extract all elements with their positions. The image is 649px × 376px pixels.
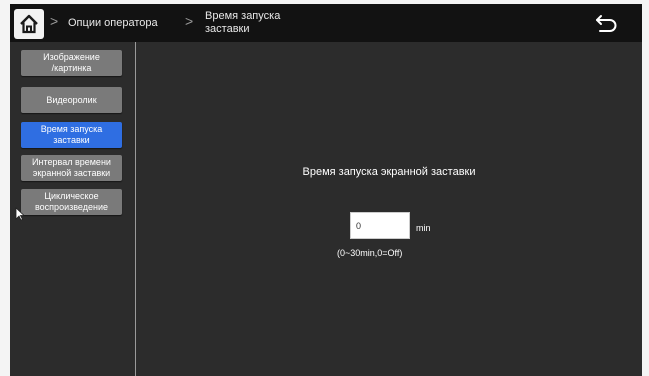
breadcrumb-current-line2: заставки bbox=[205, 23, 250, 35]
sidebar-item-screensaver-start-time[interactable]: Время запуска заставки bbox=[21, 122, 122, 148]
sidebar-item-label-line1: Циклическое bbox=[44, 191, 99, 201]
chevron-right-icon: > bbox=[185, 13, 194, 29]
top-bar: > Опции оператора > Время запуска застав… bbox=[10, 4, 642, 42]
home-button[interactable] bbox=[14, 9, 44, 39]
sidebar-item-label-line2: заставки bbox=[53, 135, 90, 145]
sidebar-item-label-line2: воспроизведение bbox=[35, 202, 108, 212]
sidebar-item-label: Интервал времени экранной заставки bbox=[32, 157, 111, 179]
sidebar: Изображение /картинка Видеоролик Время з… bbox=[10, 42, 136, 376]
range-hint: (0~30min,0=Off) bbox=[337, 248, 403, 258]
sidebar-item-label-line1: Изображение bbox=[43, 52, 100, 62]
unit-label: min bbox=[416, 223, 431, 233]
sidebar-item-label: Видеоролик bbox=[46, 94, 97, 105]
sidebar-item-loop-playback[interactable]: Циклическое воспроизведение bbox=[21, 189, 122, 215]
sidebar-item-label-line1: Интервал времени bbox=[32, 157, 111, 167]
chevron-right-icon: > bbox=[50, 13, 59, 29]
sidebar-item-image[interactable]: Изображение /картинка bbox=[21, 50, 122, 76]
breadcrumb-operator-options[interactable]: Опции оператора bbox=[68, 17, 158, 29]
sidebar-item-label-line1: Время запуска bbox=[40, 124, 103, 134]
device-screen: > Опции оператора > Время запуска застав… bbox=[10, 4, 642, 376]
sidebar-item-label-line2: /картинка bbox=[51, 63, 92, 73]
sidebar-item-screensaver-interval[interactable]: Интервал времени экранной заставки bbox=[21, 155, 122, 181]
home-icon bbox=[20, 14, 38, 34]
breadcrumb-current-line1: Время запуска bbox=[205, 10, 281, 22]
return-arrow-icon bbox=[596, 15, 617, 32]
sidebar-item-label-line2: экранной заставки bbox=[32, 168, 111, 178]
page-title: Время запуска экранной заставки bbox=[302, 166, 476, 178]
mouse-cursor-icon bbox=[15, 207, 25, 221]
sidebar-item-label: Изображение /картинка bbox=[43, 52, 100, 74]
breadcrumb-current: Время запуска заставки bbox=[205, 10, 280, 36]
sidebar-item-label: Циклическое воспроизведение bbox=[35, 191, 108, 213]
sidebar-item-video[interactable]: Видеоролик bbox=[21, 87, 122, 113]
sidebar-item-label: Время запуска заставки bbox=[41, 124, 103, 146]
screensaver-time-input[interactable]: 0 bbox=[350, 212, 410, 239]
back-button[interactable] bbox=[592, 11, 622, 35]
